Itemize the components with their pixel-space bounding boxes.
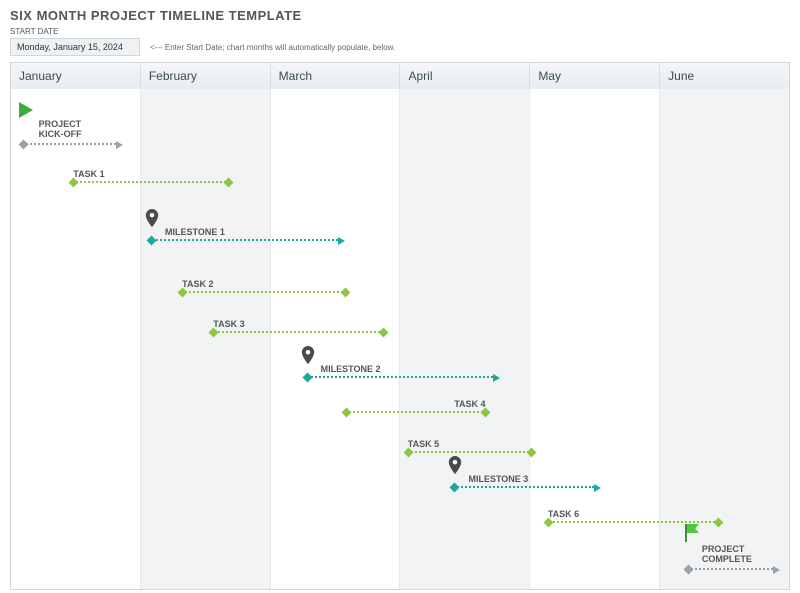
item-milestone1[interactable]: MILESTONE 1 (151, 227, 338, 247)
item-kickoff[interactable]: PROJECT KICK-OFF (23, 119, 116, 151)
item-complete[interactable]: PROJECT COMPLETE (688, 544, 774, 576)
page-title: SIX MONTH PROJECT TIMELINE TEMPLATE (10, 8, 790, 23)
item-label: PROJECT KICK-OFF (39, 119, 116, 139)
month-header: June (660, 63, 789, 89)
start-section: START DATE Monday, January 15, 2024 <---… (10, 27, 790, 56)
item-task5[interactable]: TASK 5 (408, 439, 532, 459)
item-task2[interactable]: TASK 2 (182, 279, 345, 299)
item-label: PROJECT COMPLETE (702, 544, 774, 564)
item-label: TASK 3 (213, 319, 384, 329)
item-label: MILESTONE 1 (165, 227, 338, 237)
month-header: April (400, 63, 530, 89)
pin-icon (448, 456, 460, 472)
flag-icon (685, 524, 701, 542)
item-label: TASK 5 (408, 439, 532, 449)
month-header: May (530, 63, 660, 89)
start-date-hint: <--- Enter Start Date; chart months will… (150, 43, 395, 52)
play-icon (19, 102, 33, 118)
item-task4[interactable]: TASK 4 (346, 399, 486, 419)
month-header-row: January February March April May June (11, 63, 789, 89)
month-header: March (271, 63, 401, 89)
timeline-chart: January February March April May June PR… (10, 62, 790, 590)
pin-icon (301, 346, 313, 362)
month-header: February (141, 63, 271, 89)
pin-icon (145, 209, 157, 225)
item-label: TASK 1 (73, 169, 229, 179)
month-header: January (11, 63, 141, 89)
item-label: TASK 4 (346, 399, 486, 409)
item-task3[interactable]: TASK 3 (213, 319, 384, 339)
item-label: MILESTONE 3 (468, 474, 594, 484)
item-label: MILESTONE 2 (321, 364, 494, 374)
timeline-items: PROJECT KICK-OFF TASK 1 MILESTONE 1 (11, 89, 789, 589)
item-label: TASK 2 (182, 279, 345, 289)
item-milestone3[interactable]: MILESTONE 3 (454, 474, 594, 494)
start-date-label: START DATE (10, 27, 790, 36)
item-milestone2[interactable]: MILESTONE 2 (307, 364, 494, 384)
item-task1[interactable]: TASK 1 (73, 169, 229, 189)
start-date-input[interactable]: Monday, January 15, 2024 (10, 38, 140, 56)
item-label: TASK 6 (548, 509, 719, 519)
